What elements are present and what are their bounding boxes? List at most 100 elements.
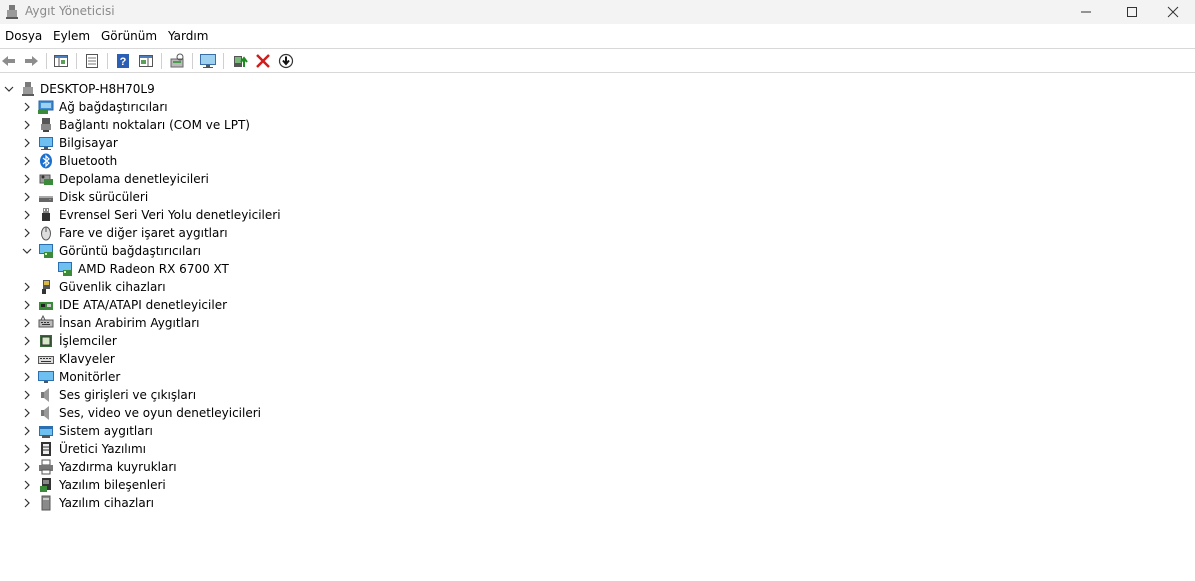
menu-yardim[interactable]: Yardım xyxy=(168,29,208,43)
security-key-icon xyxy=(42,280,50,294)
tree-category[interactable]: Evrensel Seri Veri Yolu denetleyicileri xyxy=(0,206,600,224)
category-label: Monitörler xyxy=(59,370,121,384)
tree-category[interactable]: Bağlantı noktaları (COM ve LPT) xyxy=(0,116,600,134)
root-label: DESKTOP-H8H70L9 xyxy=(40,82,155,96)
show-hide-console-tree-button[interactable] xyxy=(52,52,70,70)
tree-category[interactable]: Yazdırma kuyrukları xyxy=(0,458,600,476)
close-button[interactable] xyxy=(1150,0,1195,24)
chevron-right-icon[interactable] xyxy=(21,407,33,419)
properties-button[interactable] xyxy=(83,52,101,70)
disable-device-icon xyxy=(278,53,294,69)
category-label: Yazılım cihazları xyxy=(59,496,154,510)
tree-category[interactable]: Depolama denetleyicileri xyxy=(0,170,600,188)
uninstall-device-button[interactable] xyxy=(254,52,272,70)
tree-category[interactable]: Güvenlik cihazları xyxy=(0,278,600,296)
maximize-button[interactable] xyxy=(1109,0,1155,24)
update-driver-button[interactable] xyxy=(231,52,249,70)
tree-category[interactable]: Ağ bağdaştırıcıları xyxy=(0,98,600,116)
chevron-down-icon[interactable] xyxy=(3,83,15,95)
device-manager-window: Aygıt Yöneticisi Dosya Eylem Görünüm Yar… xyxy=(0,0,1195,581)
monitor-display-icon xyxy=(200,54,216,68)
tree-category[interactable]: Yazılım cihazları xyxy=(0,494,600,512)
tree-category[interactable]: Bluetooth xyxy=(0,152,600,170)
chevron-right-icon[interactable] xyxy=(21,173,33,185)
computer-icon xyxy=(39,137,53,150)
uninstall-device-icon xyxy=(256,54,270,68)
chevron-right-icon[interactable] xyxy=(21,461,33,473)
software-component-icon xyxy=(40,478,51,492)
tree-device-item[interactable]: AMD Radeon RX 6700 XT xyxy=(0,260,600,278)
scan-hardware-icon xyxy=(170,53,184,68)
toolbar-separator xyxy=(161,53,162,69)
scan-hardware-button[interactable] xyxy=(168,52,186,70)
tree-category[interactable]: Bilgisayar xyxy=(0,134,600,152)
monitor-display-button[interactable] xyxy=(199,52,217,70)
chevron-right-icon[interactable] xyxy=(21,101,33,113)
title-bar: Aygıt Yöneticisi xyxy=(0,0,1195,24)
chevron-right-icon[interactable] xyxy=(21,479,33,491)
tree-category[interactable]: IDE ATA/ATAPI denetleyiciler xyxy=(0,296,600,314)
category-label: Ses girişleri ve çıkışları xyxy=(59,388,197,402)
tree-category[interactable]: Monitörler xyxy=(0,368,600,386)
chevron-right-icon[interactable] xyxy=(21,119,33,131)
chevron-right-icon[interactable] xyxy=(21,209,33,221)
forward-icon xyxy=(25,56,38,66)
chevron-right-icon[interactable] xyxy=(21,317,33,329)
category-label: Yazılım bileşenleri xyxy=(59,478,166,492)
tree-category[interactable]: Fare ve diğer işaret aygıtları xyxy=(0,224,600,242)
software-device-icon xyxy=(41,495,51,511)
processor-icon xyxy=(40,335,52,347)
chevron-right-icon[interactable] xyxy=(21,371,33,383)
back-button[interactable] xyxy=(0,52,18,70)
maximize-icon xyxy=(1127,7,1137,17)
disable-device-button[interactable] xyxy=(277,52,295,70)
category-label: İnsan Arabirim Aygıtları xyxy=(59,316,200,330)
tree-category[interactable]: Yazılım bileşenleri xyxy=(0,476,600,494)
category-label: Sistem aygıtları xyxy=(59,424,153,438)
toolbar-separator xyxy=(76,53,77,69)
menu-dosya[interactable]: Dosya xyxy=(5,29,42,43)
chevron-right-icon[interactable] xyxy=(21,335,33,347)
toolbar-separator xyxy=(46,53,47,69)
keyboard-icon xyxy=(38,356,54,364)
disk-drive-icon xyxy=(39,196,53,202)
tree-category[interactable]: Görüntü bağdaştırıcıları xyxy=(0,242,600,260)
chevron-right-icon[interactable] xyxy=(21,425,33,437)
speaker-icon xyxy=(41,388,49,402)
tree-category[interactable]: Üretici Yazılımı xyxy=(0,440,600,458)
tree-category[interactable]: Klavyeler xyxy=(0,350,600,368)
action-pane-button[interactable] xyxy=(137,52,155,70)
chevron-right-icon[interactable] xyxy=(21,191,33,203)
tree-category[interactable]: Ses girişleri ve çıkışları xyxy=(0,386,600,404)
chevron-down-icon[interactable] xyxy=(21,245,33,257)
tree-category[interactable]: Ses, video ve oyun denetleyicileri xyxy=(0,404,600,422)
chevron-right-icon[interactable] xyxy=(21,299,33,311)
tree-category[interactable]: İşlemciler xyxy=(0,332,600,350)
menu-gorunum[interactable]: Görünüm xyxy=(101,29,157,43)
window-title: Aygıt Yöneticisi xyxy=(25,4,115,18)
category-label: Yazdırma kuyrukları xyxy=(59,460,177,474)
svg-text:?: ? xyxy=(120,56,127,68)
chevron-right-icon[interactable] xyxy=(21,389,33,401)
chevron-right-icon[interactable] xyxy=(21,443,33,455)
chevron-right-icon[interactable] xyxy=(21,281,33,293)
help-icon: ? xyxy=(117,54,129,68)
tree-root[interactable]: DESKTOP-H8H70L9 xyxy=(0,80,600,98)
chevron-right-icon[interactable] xyxy=(21,155,33,167)
chevron-right-icon[interactable] xyxy=(21,497,33,509)
tree-category[interactable]: Sistem aygıtları xyxy=(0,422,600,440)
category-label: Bluetooth xyxy=(59,154,118,168)
help-button[interactable]: ? xyxy=(114,52,132,70)
tree-category[interactable]: İnsan Arabirim Aygıtları xyxy=(0,314,600,332)
hid-icon xyxy=(38,315,54,328)
close-icon xyxy=(1167,6,1179,18)
menu-eylem[interactable]: Eylem xyxy=(53,29,90,43)
toolbar-separator xyxy=(223,53,224,69)
category-label: Ses, video ve oyun denetleyicileri xyxy=(59,406,262,420)
chevron-right-icon[interactable] xyxy=(21,137,33,149)
forward-button[interactable] xyxy=(22,52,40,70)
chevron-right-icon[interactable] xyxy=(21,353,33,365)
minimize-button[interactable] xyxy=(1063,0,1109,24)
tree-category[interactable]: Disk sürücüleri xyxy=(0,188,600,206)
chevron-right-icon[interactable] xyxy=(21,227,33,239)
